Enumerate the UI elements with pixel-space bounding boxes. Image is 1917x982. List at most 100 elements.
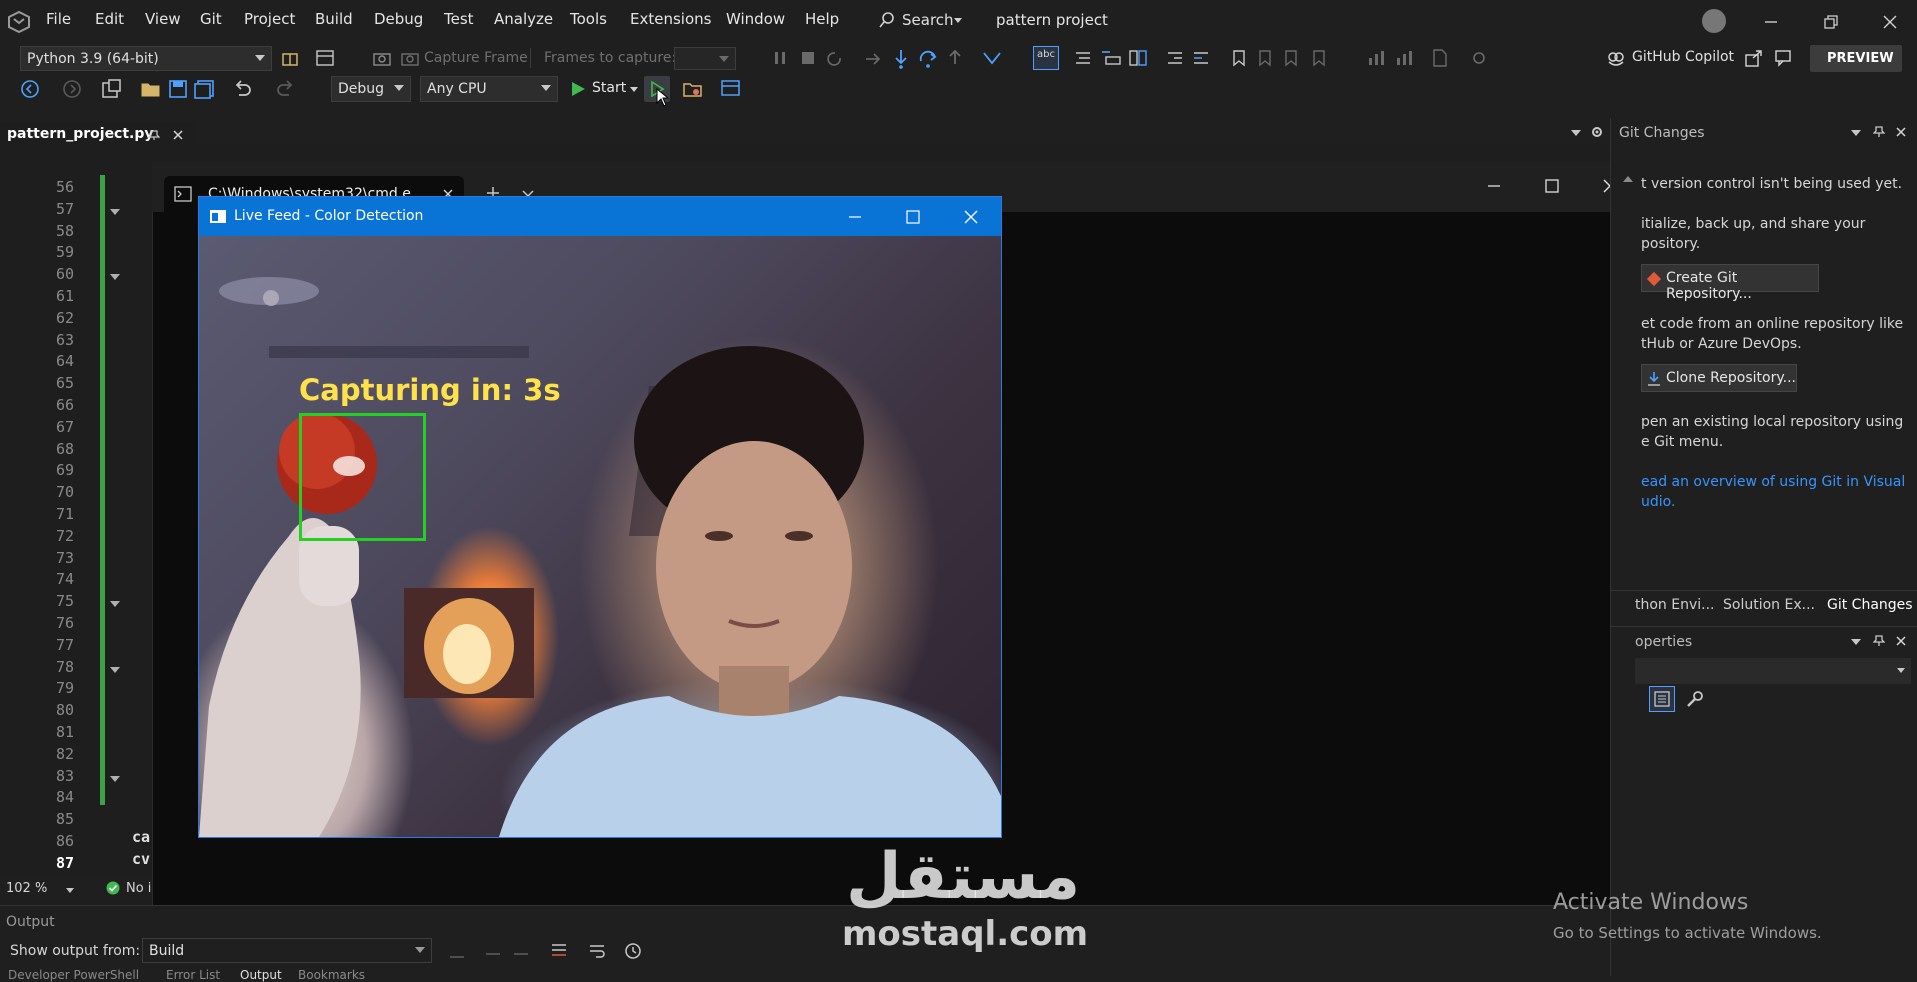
git-overview-link[interactable]: ead an overview of using Git in Visual [1641,472,1905,492]
prev-bookmark-icon[interactable] [1258,49,1272,67]
bottom-tab-powershell[interactable]: Developer PowerShell [8,968,139,982]
pin-icon[interactable] [1873,125,1885,139]
show-next-statement-icon[interactable] [864,50,882,68]
feedback-icon[interactable] [1774,48,1794,68]
scroll-up-arrow-icon[interactable] [1623,176,1633,182]
navigate-back-icon[interactable] [20,79,40,99]
outdent-icon[interactable] [1192,50,1210,66]
pin-icon[interactable] [148,129,160,141]
save-icon[interactable] [168,79,188,99]
menu-test[interactable]: Test [444,10,474,28]
menu-tools[interactable]: Tools [570,10,607,28]
minimize-icon[interactable] [1486,178,1502,194]
menu-debug[interactable]: Debug [374,10,423,28]
word-wrap-icon[interactable] [588,942,606,960]
menu-edit[interactable]: Edit [95,10,124,28]
live-feed-titlebar[interactable]: Live Feed - Color Detection [199,197,1001,236]
navigate-forward-icon[interactable] [62,79,82,99]
browse-folder-icon[interactable] [682,78,704,100]
document-icon[interactable] [1432,49,1448,67]
gear-icon[interactable] [1590,125,1604,139]
clear-all-icon[interactable] [550,942,568,960]
fold-chevron-icon[interactable] [110,208,120,215]
new-project-icon[interactable] [100,78,122,100]
copilot-icon[interactable] [1606,48,1626,68]
capture-frame-icon[interactable] [400,49,420,67]
create-git-repository-button[interactable]: Create Git Repository... [1641,264,1819,302]
restart-icon[interactable] [826,50,844,68]
tab-python-environments[interactable]: thon Envi... [1635,597,1715,613]
hot-reload-icon[interactable] [982,49,1002,69]
github-copilot-button[interactable]: GitHub Copilot [1632,49,1734,65]
menu-view[interactable]: View [145,10,181,28]
capture-frame-button[interactable]: Capture Frame [424,50,528,66]
menu-analyze[interactable]: Analyze [494,10,553,28]
settings-tools-icon[interactable] [1470,49,1490,67]
minimize-icon[interactable] [1763,14,1779,30]
maximize-icon[interactable] [905,209,921,225]
step-over-icon[interactable] [918,49,938,69]
panel-options-chevron-icon[interactable] [1851,130,1861,136]
pause-icon[interactable] [772,50,788,66]
clear-bookmarks-icon[interactable] [1312,49,1326,67]
menu-git[interactable]: Git [200,10,222,28]
menu-file[interactable]: File [46,10,71,28]
menu-window[interactable]: Window [726,10,785,28]
step-into-icon[interactable] [892,49,910,69]
menu-help[interactable]: Help [805,10,839,28]
open-folder-icon[interactable] [140,79,162,99]
stop-icon[interactable] [800,50,816,66]
close-panel-icon[interactable] [1895,635,1907,647]
search-box[interactable]: Search [876,8,966,34]
frames-to-capture-dropdown[interactable] [674,47,736,70]
menu-extensions[interactable]: Extensions [630,10,711,28]
next-bookmark-icon[interactable] [1284,49,1298,67]
bottom-tab-output[interactable]: Output [240,968,282,982]
undo-icon[interactable] [232,79,252,99]
clone-repository-button[interactable]: Clone Repository... [1641,364,1797,392]
wrench-icon[interactable] [1685,690,1705,710]
share-icon[interactable] [1744,48,1764,68]
start-button[interactable]: Start [568,76,644,102]
avatar[interactable] [1702,9,1726,33]
next-message-icon[interactable] [512,942,530,960]
bottom-tab-bookmarks[interactable]: Bookmarks [298,968,365,982]
fold-chevron-icon[interactable] [110,666,120,673]
step-out-icon[interactable] [946,49,964,69]
layout-icon[interactable] [316,49,334,67]
maximize-icon[interactable] [1544,178,1560,194]
columns-icon[interactable] [1128,49,1148,67]
python-environment-dropdown[interactable]: Python 3.9 (64-bit) [20,46,272,71]
close-panel-icon[interactable] [1895,126,1907,138]
fold-chevron-icon[interactable] [110,601,120,608]
bookmark-icon[interactable] [1232,49,1246,67]
issues-indicator[interactable]: No i [126,881,151,896]
pin-icon[interactable] [1873,634,1885,648]
preview-button[interactable]: PREVIEW [1810,45,1902,72]
git-overview-link-2[interactable]: udio. [1641,492,1675,512]
tab-solution-explorer[interactable]: Solution Ex... [1723,597,1815,613]
properties-object-dropdown[interactable] [1635,658,1911,684]
close-icon[interactable] [1882,14,1898,30]
align-icon[interactable] [1100,49,1122,67]
zoom-level[interactable]: 102 % [6,881,47,896]
save-all-icon[interactable] [194,79,216,99]
tab-overflow-chevron-icon[interactable] [1571,130,1581,136]
output-source-dropdown[interactable]: Build [142,938,432,963]
clock-icon[interactable] [624,942,642,960]
restore-icon[interactable] [1823,14,1839,30]
platform-dropdown[interactable]: Any CPU [420,76,558,102]
chart-alt-icon[interactable] [1394,49,1414,67]
panel-options-chevron-icon[interactable] [1851,639,1861,645]
property-pages-button[interactable] [1649,686,1675,712]
tab-git-changes[interactable]: Git Changes [1827,597,1913,613]
menu-project[interactable]: Project [244,10,295,28]
indent-icon[interactable] [1166,50,1184,66]
chevron-down-icon[interactable] [66,888,74,893]
configuration-dropdown[interactable]: Debug [331,76,411,102]
format-icon[interactable] [1074,50,1092,66]
fold-chevron-icon[interactable] [110,274,120,281]
menu-build[interactable]: Build [315,10,353,28]
spell-check-toggle[interactable]: abc [1033,46,1059,70]
package-icon[interactable] [281,49,299,67]
